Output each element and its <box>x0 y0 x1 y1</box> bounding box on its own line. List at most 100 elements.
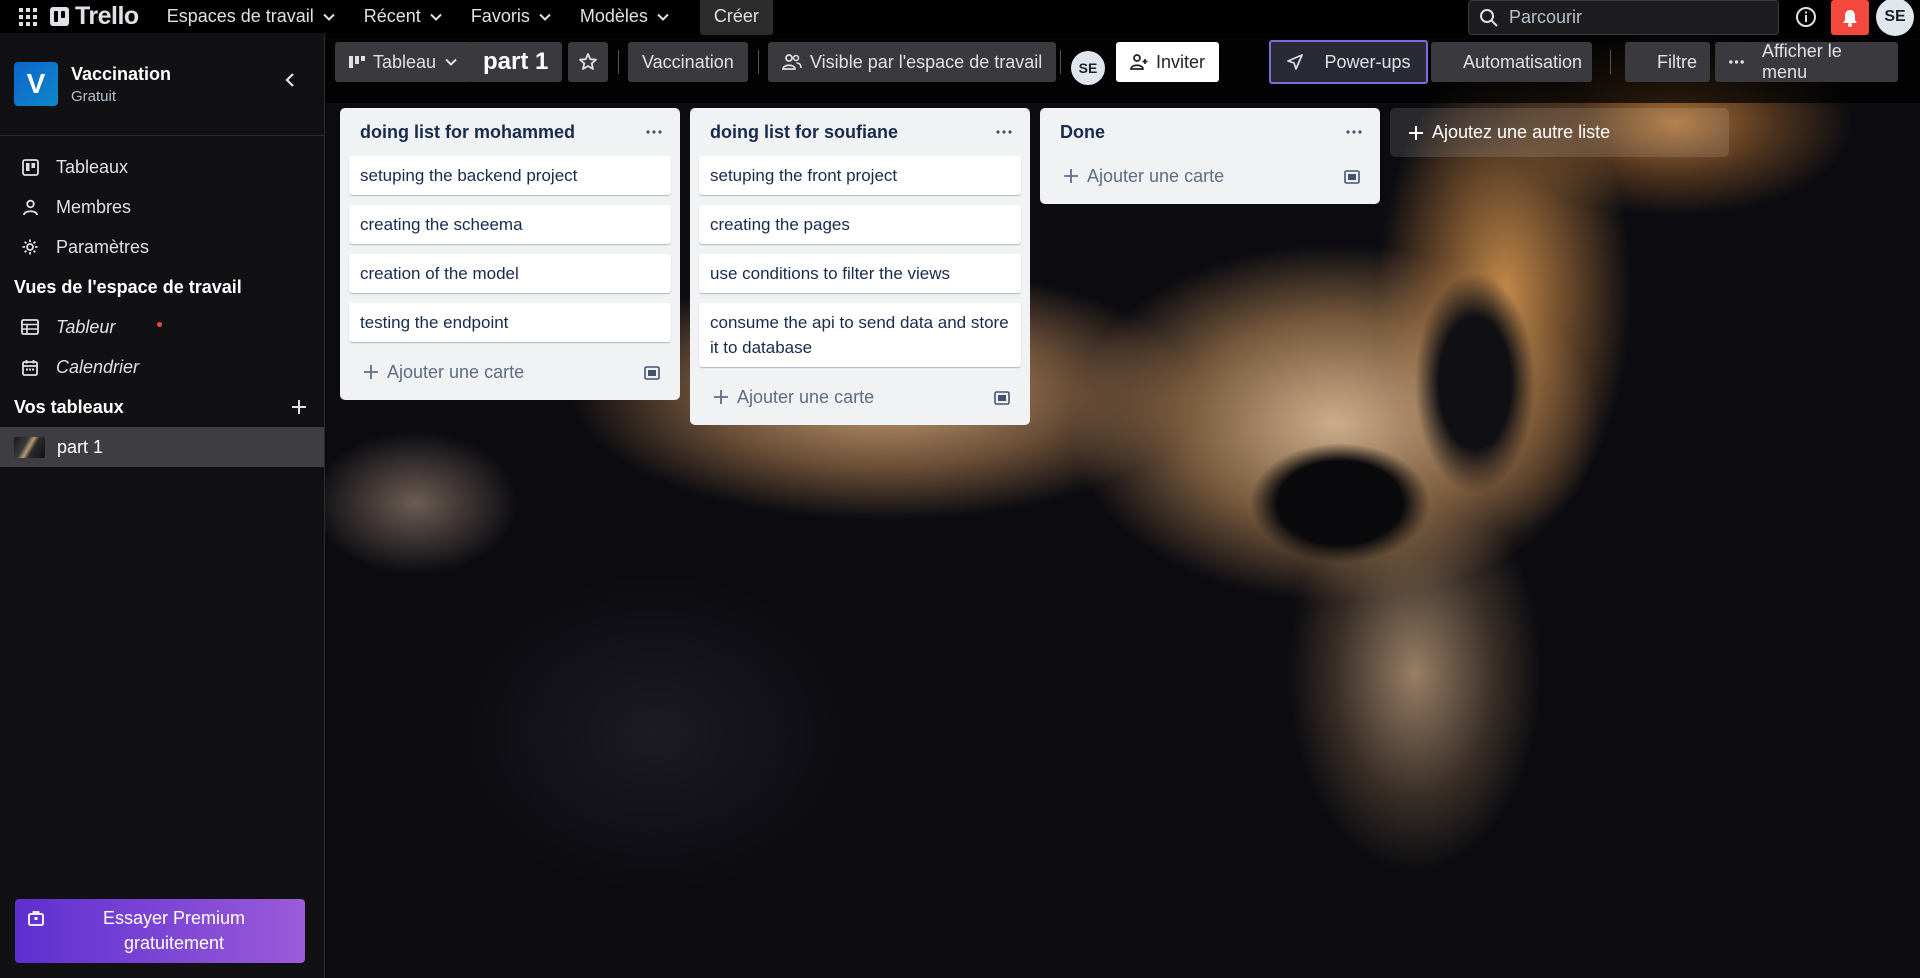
person-icon <box>20 197 40 217</box>
automation-label: Automatisation <box>1463 51 1583 72</box>
sidebar-item-label: Tableaux <box>56 156 129 177</box>
list-header: doing list for mohammed <box>349 108 671 156</box>
add-card-button[interactable]: Ajouter une carte <box>349 352 671 392</box>
your-boards-label: Vos tableaux <box>14 396 124 417</box>
sidebar-item-label: Paramètres <box>56 236 150 257</box>
plus-icon <box>1409 125 1423 140</box>
nav-workspaces[interactable]: Espaces de travail <box>153 0 350 33</box>
plus-icon <box>1064 169 1078 183</box>
automation-button[interactable]: Automatisation <box>1431 42 1592 82</box>
board-canvas: Tableau part 1 Vaccination Visible par l… <box>325 33 1920 978</box>
chevron-down-icon <box>539 13 551 21</box>
filter-button[interactable]: Filtre <box>1625 42 1710 82</box>
info-icon[interactable] <box>1792 0 1820 33</box>
nav-workspaces-label: Espaces de travail <box>166 6 314 26</box>
show-menu-button[interactable]: Afficher le menu <box>1715 41 1898 82</box>
invite-label: Inviter <box>1156 51 1206 72</box>
nav-templates[interactable]: Modèles <box>566 0 684 33</box>
add-card-button[interactable]: Ajouter une carte <box>699 377 1021 417</box>
header-divider <box>1060 50 1061 74</box>
list-menu-icon[interactable] <box>993 121 1015 143</box>
workspace-button[interactable]: Vaccination <box>628 42 748 82</box>
card[interactable]: consume the api to send data and store i… <box>699 303 1021 367</box>
board-title-text: part 1 <box>483 48 549 75</box>
trello-logo-icon <box>50 7 69 26</box>
card[interactable]: creating the scheema <box>349 205 671 244</box>
notifications-bell-icon[interactable] <box>1831 0 1869 35</box>
list-title[interactable]: doing list for soufiane <box>710 122 898 143</box>
visibility-button[interactable]: Visible par l'espace de travail <box>768 42 1057 82</box>
chevron-down-icon <box>657 13 669 21</box>
card[interactable]: testing the endpoint <box>349 303 671 342</box>
board-thumbnail <box>14 436 45 458</box>
sidebar-item-table-view[interactable]: Tableur <box>0 307 324 347</box>
visibility-label: Visible par l'espace de travail <box>810 51 1043 72</box>
add-card-label: Ajouter une carte <box>387 361 525 382</box>
add-card-button[interactable]: Ajouter une carte <box>1049 156 1371 196</box>
plus-icon <box>714 390 728 404</box>
search-placeholder: Parcourir <box>1509 7 1583 27</box>
search-input[interactable]: Parcourir <box>1468 0 1779 35</box>
briefcase-icon <box>28 911 44 926</box>
list-doing-soufiane: doing list for soufiane setuping the fro… <box>690 108 1030 425</box>
sidebar-board-part-1[interactable]: part 1 <box>0 427 324 467</box>
header-divider <box>1610 50 1611 74</box>
star-icon <box>579 53 597 70</box>
view-switcher-button[interactable]: Tableau <box>335 42 473 82</box>
user-avatar[interactable]: SE <box>1876 0 1914 36</box>
list-title[interactable]: doing list for mohammed <box>360 122 575 143</box>
list-menu-icon[interactable] <box>1343 121 1365 143</box>
invite-button[interactable]: Inviter <box>1116 42 1220 82</box>
list-title[interactable]: Done <box>1060 122 1105 143</box>
card-template-icon[interactable] <box>1343 168 1361 186</box>
list-done: Done Ajouter une carte <box>1040 108 1380 204</box>
add-list-button[interactable]: Ajoutez une autre liste <box>1390 108 1729 157</box>
collapse-sidebar-icon[interactable] <box>280 69 302 91</box>
nav-favorites[interactable]: Favoris <box>457 0 566 33</box>
nav-templates-label: Modèles <box>579 6 648 26</box>
trello-logo[interactable]: Trello <box>50 2 139 31</box>
card-template-icon[interactable] <box>643 364 661 382</box>
rocket-icon <box>1287 54 1304 70</box>
sidebar-item-settings[interactable]: Paramètres <box>0 227 324 267</box>
sidebar-item-calendar-view[interactable]: Calendrier <box>0 347 324 387</box>
workspace-logo: V <box>14 62 58 106</box>
star-board-button[interactable] <box>568 42 608 82</box>
nav-favorites-label: Favoris <box>470 6 530 26</box>
chevron-down-icon <box>430 13 442 21</box>
workspace-name[interactable]: Vaccination <box>71 64 171 85</box>
card[interactable]: creating the pages <box>699 205 1021 244</box>
add-board-plus-icon[interactable] <box>289 397 309 417</box>
sidebar-board-label: part 1 <box>57 436 104 457</box>
app-switcher-icon[interactable] <box>8 0 48 33</box>
board-title[interactable]: part 1 <box>469 42 563 82</box>
table-icon <box>20 317 40 337</box>
workspace-plan: Gratuit <box>71 87 117 105</box>
sidebar-item-boards[interactable]: Tableaux <box>0 147 324 187</box>
add-list-label: Ajoutez une autre liste <box>1432 122 1611 142</box>
try-premium-button[interactable]: Essayer Premium gratuitement <box>15 899 305 963</box>
workspace-header: V Vaccination Gratuit <box>0 33 324 136</box>
list-doing-mohammed: doing list for mohammed setuping the bac… <box>340 108 680 400</box>
list-header: Done <box>1049 108 1371 156</box>
create-button[interactable]: Créer <box>699 0 773 35</box>
add-person-icon <box>1130 54 1148 70</box>
people-icon <box>782 54 802 70</box>
power-ups-button[interactable]: Power-ups <box>1269 40 1428 84</box>
card-template-icon[interactable] <box>993 389 1011 407</box>
more-dots-icon <box>1729 60 1744 64</box>
card[interactable]: use conditions to filter the views <box>699 254 1021 293</box>
card[interactable]: setuping the front project <box>699 156 1021 195</box>
sidebar: V Vaccination Gratuit Tableaux Membres P… <box>0 33 325 978</box>
new-indicator-dot <box>157 322 162 327</box>
list-menu-icon[interactable] <box>643 121 665 143</box>
add-card-label: Ajouter une carte <box>737 386 875 407</box>
board-member-avatar[interactable]: SE <box>1071 51 1105 85</box>
nav-recent[interactable]: Récent <box>350 0 457 33</box>
card[interactable]: setuping the backend project <box>349 156 671 195</box>
card[interactable]: creation of the model <box>349 254 671 293</box>
calendar-icon <box>20 357 40 377</box>
show-menu-label: Afficher le menu <box>1762 41 1842 82</box>
chevron-down-icon <box>323 13 335 21</box>
sidebar-item-members[interactable]: Membres <box>0 187 324 227</box>
